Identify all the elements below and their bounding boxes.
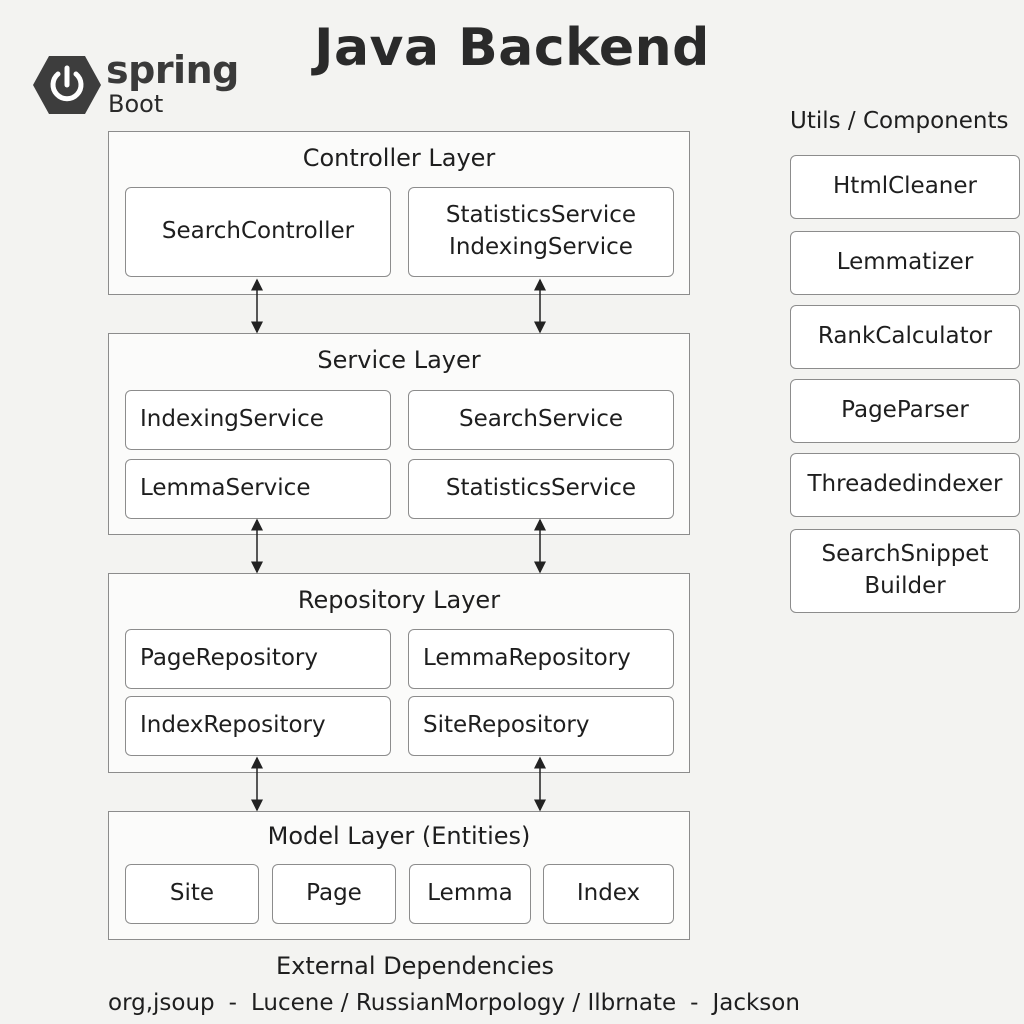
lemmatizer-label: Lemmatizer xyxy=(836,249,974,276)
external-dependencies-list: org,jsoup - Lucene / RussianMorpology / Il… xyxy=(108,990,800,1016)
page-parser-label: PageParser xyxy=(841,397,969,424)
dep-lucene-morphology-hibernate: Lucene / RussianMorpology / Ilbrnate xyxy=(250,990,677,1016)
external-dependencies-title: External Dependencies xyxy=(275,952,554,980)
lemmatizer-box: Lemmatizer xyxy=(790,231,1020,295)
search-snippet-builder-box: SearchSnippet Builder xyxy=(790,529,1020,613)
html-cleaner-label: HtmlCleaner xyxy=(833,173,977,200)
builder-label: Builder xyxy=(864,573,946,599)
dep-jackson: Jackson xyxy=(712,990,800,1016)
dep-jsoup: org,jsoup xyxy=(108,990,215,1016)
rank-calculator-box: RankCalculator xyxy=(790,305,1020,369)
dep-separator: - xyxy=(690,990,699,1016)
threaded-indexer-box: Threadedindexer xyxy=(790,453,1020,517)
search-snippet-label: SearchSnippet xyxy=(821,541,989,568)
page-parser-box: PageParser xyxy=(790,379,1020,443)
rank-calculator-label: RankCalculator xyxy=(817,323,993,350)
threaded-indexer-label: Threadedindexer xyxy=(807,471,1003,498)
html-cleaner-box: HtmlCleaner xyxy=(790,155,1020,219)
utils-title: Utils / Components xyxy=(790,108,1009,134)
dep-separator: - xyxy=(228,990,237,1016)
